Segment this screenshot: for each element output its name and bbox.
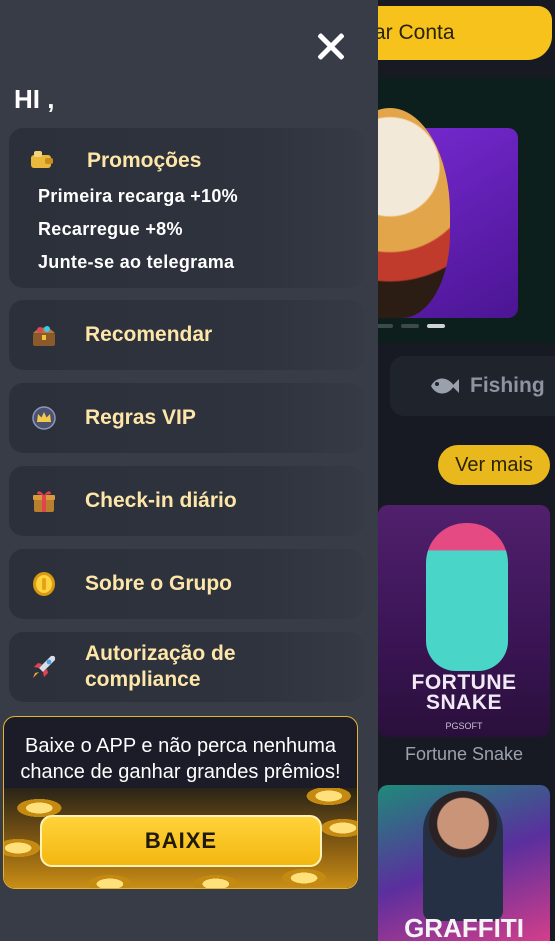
promotions-title: Promoções bbox=[87, 149, 202, 172]
promotions-header[interactable]: Promoções bbox=[27, 146, 201, 176]
coupon-icon bbox=[31, 151, 53, 168]
game-art-title: GRAFFITI bbox=[404, 913, 524, 941]
game-art-title: FORTUNE SNAKE bbox=[378, 671, 550, 714]
menu-label: Recomendar bbox=[85, 323, 213, 346]
close-icon[interactable] bbox=[312, 28, 350, 66]
fish-icon bbox=[431, 378, 459, 394]
download-app-text: Baixe o APP e não perca nenhuma chance d… bbox=[20, 735, 341, 783]
tab-fishing-label: Fishing bbox=[470, 374, 545, 397]
game-provider-logo: PGSOFT bbox=[445, 721, 483, 731]
see-more-button[interactable]: Ver mais bbox=[438, 445, 550, 485]
snake-mascot-image bbox=[426, 523, 508, 671]
game-art-title-line2: SNAKE bbox=[425, 691, 502, 714]
promotions-panel: Promoções Primeira recarga +10% Recarreg… bbox=[9, 128, 364, 288]
promo-recharge[interactable]: Recarregue +8% bbox=[38, 219, 183, 240]
character-image bbox=[423, 791, 503, 921]
treasure-chest-icon bbox=[33, 326, 55, 346]
game-card-graffiti[interactable]: GRAFFITI bbox=[378, 785, 550, 941]
menu-item-compliance[interactable]: Autorização de compliance bbox=[9, 632, 364, 702]
banner-pagination bbox=[375, 324, 445, 328]
download-button[interactable]: BAIXE bbox=[40, 815, 322, 867]
create-account-label: ar Conta bbox=[374, 21, 455, 44]
promo-first-recharge[interactable]: Primeira recarga +10% bbox=[38, 186, 238, 207]
tab-fishing[interactable]: Fishing bbox=[390, 356, 555, 416]
menu-label: Check-in diário bbox=[85, 489, 237, 512]
menu-label: Autorização de compliance bbox=[85, 642, 236, 691]
download-button-label: BAIXE bbox=[144, 828, 218, 853]
see-more-label: Ver mais bbox=[455, 453, 533, 476]
menu-item-regras-vip[interactable]: Regras VIP bbox=[9, 383, 364, 453]
menu-label: Sobre o Grupo bbox=[85, 572, 232, 595]
side-drawer: HI , Promoções Primeira recarga +10% Rec… bbox=[0, 0, 378, 941]
menu-item-check-in[interactable]: Check-in diário bbox=[9, 466, 364, 536]
vip-crown-icon bbox=[32, 406, 56, 430]
gift-box-icon bbox=[33, 491, 55, 512]
download-app-card: Baixe o APP e não perca nenhuma chance d… bbox=[3, 716, 358, 889]
menu-item-sobre-grupo[interactable]: Sobre o Grupo bbox=[9, 549, 364, 619]
menu-item-recomendar[interactable]: Recomendar bbox=[9, 300, 364, 370]
user-greeting: HI , bbox=[14, 84, 55, 114]
game-name-label: Fortune Snake bbox=[404, 744, 524, 764]
menu-label: Regras VIP bbox=[85, 406, 196, 429]
game-art-title-line1: FORTUNE bbox=[411, 671, 517, 694]
banner-dot-active[interactable] bbox=[427, 324, 445, 328]
game-card-fortune-snake[interactable]: FORTUNE SNAKE PGSOFT bbox=[378, 505, 550, 737]
gold-coin-icon bbox=[33, 572, 55, 596]
rocket-icon bbox=[33, 655, 56, 678]
promo-telegram[interactable]: Junte-se ao telegrama bbox=[38, 252, 234, 273]
banner-dot[interactable] bbox=[401, 324, 419, 328]
